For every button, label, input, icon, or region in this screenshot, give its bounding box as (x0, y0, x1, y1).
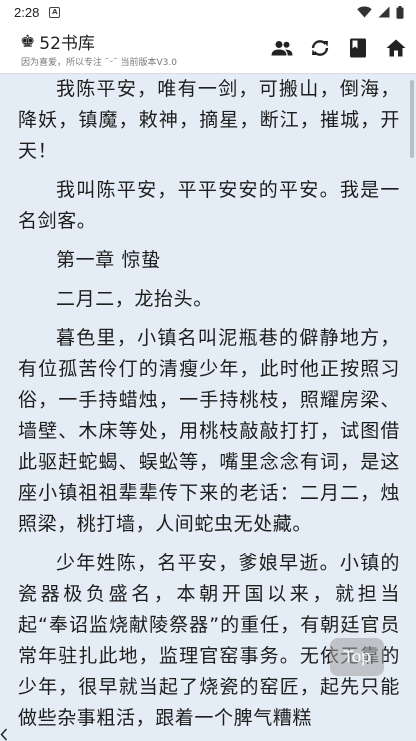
paragraph: 我陈平安，唯有一剑，可搬山，倒海，降妖，镇魔，敕神，摘星，断江，摧城，开天！ (18, 78, 400, 162)
app-bar: ♚ 52书库 因为喜爱，所以专注 ˘ᵕ˘ 当前版本V3.0 (0, 24, 416, 74)
paragraph: 二月二，龙抬头。 (56, 288, 213, 310)
home-icon (386, 39, 406, 57)
signal-icon (378, 6, 390, 18)
status-time: 2:28 (14, 4, 40, 20)
status-bar: 2:28 A (0, 0, 416, 24)
battery-icon (396, 5, 404, 19)
home-button[interactable] (384, 36, 408, 60)
a-icon: A (49, 6, 61, 18)
scrollbar-thumb[interactable] (410, 80, 414, 158)
chapter-heading: 第一章 惊蛰 (56, 249, 161, 271)
people-button[interactable] (270, 36, 294, 60)
wifi-icon (357, 6, 372, 18)
refresh-icon (311, 40, 329, 56)
paragraph: 暮色里，小镇名叫泥瓶巷的僻静地方，有位孤苦伶仃的清瘦少年，此时他正按照习俗，一手… (18, 327, 400, 535)
chevron-left-icon (0, 728, 8, 741)
refresh-button[interactable] (308, 36, 332, 60)
status-icons (357, 5, 404, 19)
people-icon (271, 41, 293, 56)
book-button[interactable] (346, 36, 370, 60)
crown-icon: ♚ (20, 31, 36, 52)
toolbar-actions (270, 36, 408, 60)
app-title: 52书库 (39, 34, 95, 54)
book-icon (350, 38, 366, 58)
brand: ♚ 52书库 (20, 29, 95, 55)
back-to-top-button[interactable]: Top (330, 638, 384, 676)
app-subtitle: 因为喜爱，所以专注 ˘ᵕ˘ 当前版本V3.0 (21, 58, 177, 68)
paragraph: 我叫陈平安，平平安安的平安。我是一名剑客。 (18, 179, 400, 232)
